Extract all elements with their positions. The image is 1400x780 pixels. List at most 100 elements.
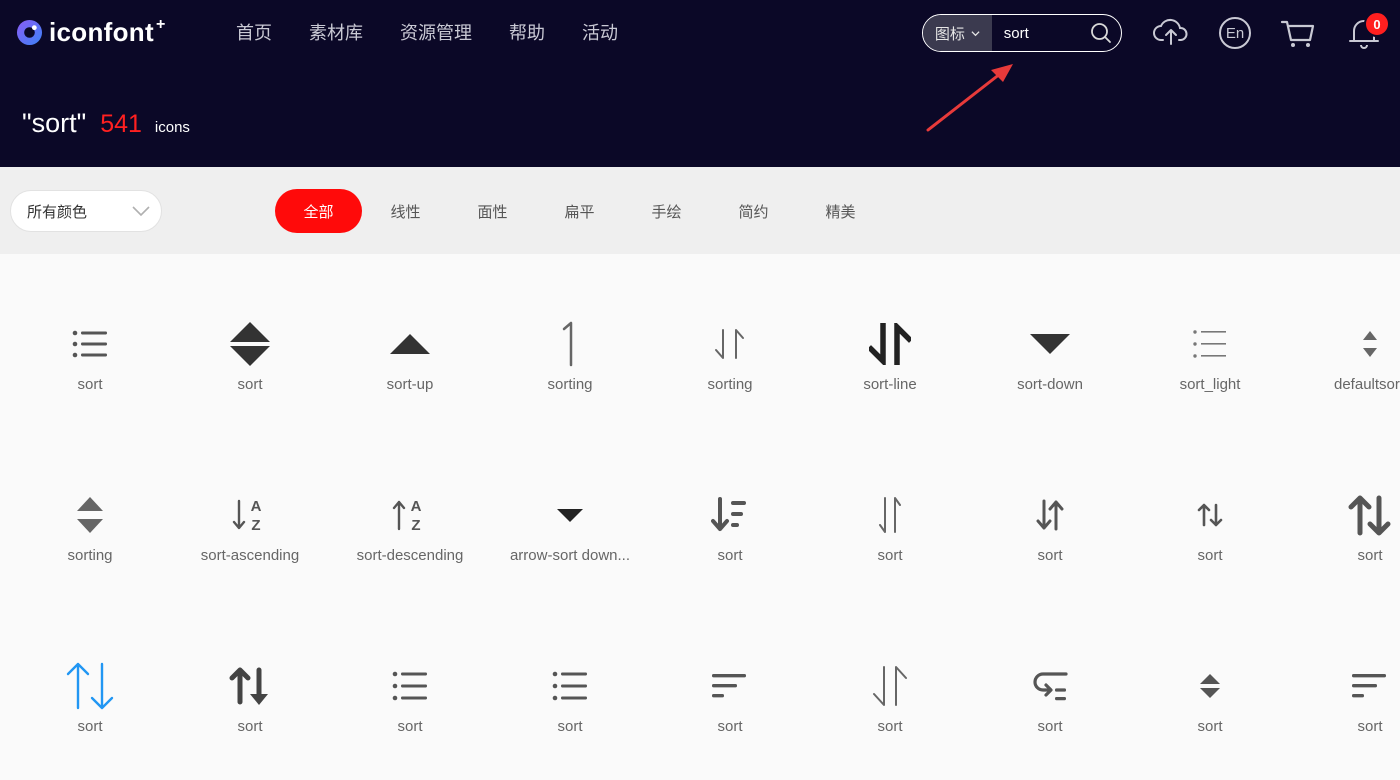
- list-bullets-light-icon: [1193, 330, 1226, 358]
- small-up-down-triangles-icon: [1363, 331, 1377, 357]
- triangle-down-small-icon: [557, 509, 583, 522]
- bold-up-down-arrows-2-icon: [229, 667, 268, 705]
- bold-up-down-arrows-icon: [1348, 495, 1391, 536]
- icon-card[interactable]: sort-down: [970, 314, 1130, 464]
- triangle-up-down-gap-icon: [77, 497, 103, 533]
- icon-grid: sort sort sort-up sorting sorting sort-l…: [0, 254, 1400, 780]
- icon-label: sort: [1357, 547, 1383, 564]
- arrow-down-bars-icon: [711, 497, 746, 531]
- color-filter-select[interactable]: 所有颜色: [10, 190, 162, 232]
- lines-decreasing-icon: [712, 674, 746, 698]
- icon-card[interactable]: sort-up: [330, 314, 490, 464]
- triangle-down-icon: [1030, 334, 1070, 354]
- icon-card[interactable]: sort: [650, 656, 810, 780]
- icon-label: sort-descending: [356, 547, 464, 564]
- thin-down-up-arrows-icon: [715, 329, 744, 359]
- icon-card[interactable]: A Z sort-ascending: [170, 485, 330, 635]
- icon-card[interactable]: sort: [1290, 485, 1400, 635]
- icon-card[interactable]: arrow-sort down...: [490, 485, 650, 635]
- svg-text:A: A: [411, 498, 422, 515]
- nav-help[interactable]: 帮助: [509, 21, 545, 45]
- icon-label: sort: [1357, 718, 1383, 735]
- icon-label: sort-line: [863, 376, 917, 393]
- nav-home[interactable]: 首页: [236, 21, 272, 45]
- icon-label: sort: [77, 718, 103, 735]
- triangle-up-down-large-icon: [230, 322, 270, 366]
- tab-exquisite[interactable]: 精美: [797, 189, 884, 233]
- logo[interactable]: iconfont +: [16, 16, 166, 46]
- search-bar: 图标: [922, 14, 1122, 52]
- result-query: "sort": [22, 108, 87, 138]
- tab-flat[interactable]: 扁平: [536, 189, 623, 233]
- icon-card[interactable]: sort: [970, 656, 1130, 780]
- language-toggle[interactable]: En: [1219, 17, 1251, 49]
- tab-filled[interactable]: 面性: [449, 189, 536, 233]
- icon-card[interactable]: sort: [1290, 656, 1400, 780]
- icon-label: sort_light: [1179, 376, 1241, 393]
- svg-text:Z: Z: [251, 517, 260, 534]
- icon-label: sorting: [547, 376, 593, 393]
- icon-card[interactable]: sorting: [650, 314, 810, 464]
- icon-card[interactable]: sort-line: [810, 314, 970, 464]
- tab-simple[interactable]: 简约: [710, 189, 797, 233]
- icon-card[interactable]: A Z sort-descending: [330, 485, 490, 635]
- nav-events[interactable]: 活动: [582, 21, 618, 45]
- list-bullets-2-icon: [392, 671, 427, 701]
- search-type-dropdown[interactable]: 图标: [923, 15, 992, 51]
- search-button[interactable]: [1082, 15, 1121, 51]
- nav-resource-management[interactable]: 资源管理: [400, 21, 472, 45]
- nav-library[interactable]: 素材库: [309, 21, 363, 45]
- logo-plus: +: [155, 16, 166, 33]
- icon-card[interactable]: sort: [10, 314, 170, 464]
- logo-mark-icon: [16, 19, 43, 45]
- cart-icon[interactable]: [1280, 14, 1316, 50]
- icon-card[interactable]: sort: [170, 656, 330, 780]
- icon-card[interactable]: sort_light: [1130, 314, 1290, 464]
- icon-card[interactable]: sort: [970, 485, 1130, 635]
- list-bullets-icon: [72, 330, 107, 358]
- result-title: "sort" 541 icons: [22, 108, 190, 139]
- thin-down-up-arrows-2-icon: [879, 497, 901, 533]
- chevron-down-icon: [132, 206, 150, 217]
- chevron-down-icon: [971, 30, 980, 36]
- tab-hand-drawn[interactable]: 手绘: [623, 189, 710, 233]
- filter-bar: 所有颜色 全部 线性 面性 扁平 手绘 简约 精美: [0, 167, 1400, 254]
- search-input[interactable]: [991, 24, 1082, 42]
- icon-label: sort: [877, 547, 903, 564]
- triangle-up-icon: [390, 334, 430, 354]
- icon-card[interactable]: sort: [810, 485, 970, 635]
- svg-text:Z: Z: [411, 517, 420, 534]
- icon-card[interactable]: sort: [650, 485, 810, 635]
- icon-card[interactable]: sort: [10, 656, 170, 780]
- thin-one-icon: [562, 321, 573, 367]
- diamond-up-down-icon: [1200, 674, 1220, 698]
- icon-card[interactable]: sorting: [10, 485, 170, 635]
- tab-linear[interactable]: 线性: [362, 189, 449, 233]
- bold-down-up-arrows-icon: [869, 323, 911, 365]
- result-count: 541: [100, 110, 142, 138]
- icon-card[interactable]: sort: [810, 656, 970, 780]
- upload-cloud-icon[interactable]: [1153, 14, 1189, 50]
- icon-label: sort: [237, 376, 263, 393]
- icon-card[interactable]: sort: [1130, 485, 1290, 635]
- icon-label: sort: [1197, 547, 1223, 564]
- icon-label: sort: [1037, 547, 1063, 564]
- arrow-up-az-icon: A Z: [392, 498, 422, 534]
- small-up-down-arrows-icon: [1197, 503, 1223, 527]
- tab-all[interactable]: 全部: [275, 189, 362, 233]
- icon-card[interactable]: sorting: [490, 314, 650, 464]
- icon-card[interactable]: sort: [330, 656, 490, 780]
- icon-label: sort: [877, 718, 903, 735]
- annotation-arrow-icon: [926, 64, 1013, 132]
- icon-card[interactable]: defaultsort: [1290, 314, 1400, 464]
- medium-down-up-arrows-icon: [1036, 499, 1064, 531]
- icon-label: sort: [717, 547, 743, 564]
- icon-card[interactable]: sort: [170, 314, 330, 464]
- style-tabs: 全部 线性 面性 扁平 手绘 简约 精美: [275, 189, 884, 233]
- result-unit: icons: [154, 119, 190, 136]
- thin-down-up-long-icon: [873, 666, 907, 706]
- icon-label: sort-ascending: [200, 547, 300, 564]
- icon-card[interactable]: sort: [1130, 656, 1290, 780]
- icon-label: sort: [557, 718, 583, 735]
- icon-card[interactable]: sort: [490, 656, 650, 780]
